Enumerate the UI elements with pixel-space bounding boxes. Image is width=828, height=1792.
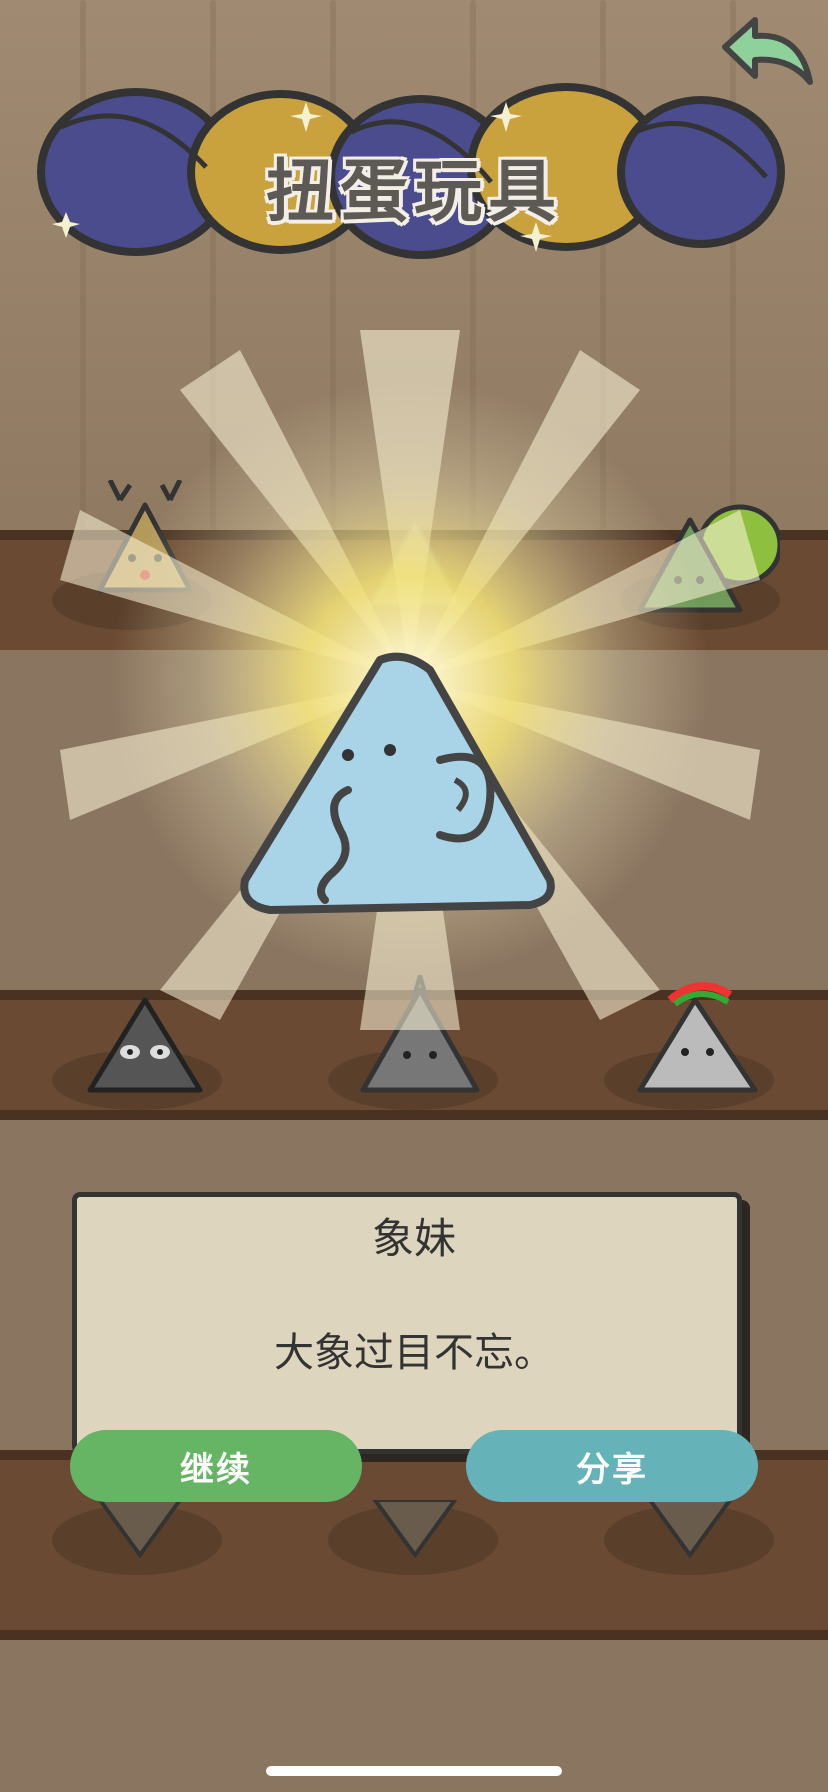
page-title: 扭蛋玩具 — [265, 152, 562, 232]
toy-cone — [647, 1500, 733, 1559]
share-button[interactable]: 分享 — [466, 1430, 758, 1502]
back-arrow-icon[interactable] — [710, 12, 820, 102]
elephant-toy-icon — [240, 652, 555, 914]
toy-name: 象妹 — [371, 1214, 456, 1263]
continue-button[interactable]: 继续 — [70, 1430, 362, 1502]
toy-cone — [97, 1500, 183, 1559]
toy-description: 大象过目不忘。 — [274, 1330, 554, 1376]
home-indicator[interactable] — [266, 1766, 562, 1776]
toy-cone — [372, 1500, 458, 1559]
